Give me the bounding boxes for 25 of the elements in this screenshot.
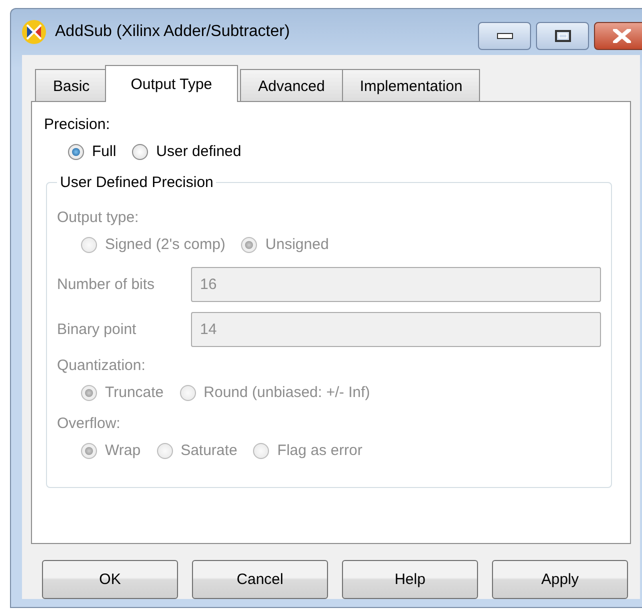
tab[interactable]: Advanced xyxy=(240,69,343,102)
app-logo-icon xyxy=(21,19,47,45)
dialog-button[interactable]: Help xyxy=(342,560,478,599)
tab[interactable]: Implementation xyxy=(342,69,480,102)
dialog-button[interactable]: Cancel xyxy=(192,560,328,599)
minimize-icon xyxy=(496,33,512,39)
tab[interactable]: Basic xyxy=(35,69,108,102)
field-label: Binary point xyxy=(57,321,138,338)
dialog-button[interactable]: Apply xyxy=(492,560,628,599)
precision-label: Precision: xyxy=(44,116,110,133)
maximize-button[interactable] xyxy=(536,22,589,50)
maximize-icon xyxy=(554,30,570,42)
radio-button[interactable]: User defined xyxy=(132,143,242,160)
tab[interactable]: Output Type xyxy=(104,65,238,102)
section-label: Output type: xyxy=(57,209,139,226)
radio-button[interactable]: Full xyxy=(68,143,116,160)
section-label: Overflow: xyxy=(57,415,120,432)
group-title: User Defined Precision xyxy=(59,174,214,191)
minimize-button[interactable] xyxy=(478,22,531,50)
window-title: AddSub (Xilinx Adder/Subtracter) xyxy=(55,23,291,41)
section-label: Quantization: xyxy=(57,357,146,374)
dialog-button[interactable]: OK xyxy=(42,560,178,599)
close-icon xyxy=(613,29,631,43)
field-label: Number of bits xyxy=(57,276,156,293)
close-button[interactable] xyxy=(594,22,642,50)
